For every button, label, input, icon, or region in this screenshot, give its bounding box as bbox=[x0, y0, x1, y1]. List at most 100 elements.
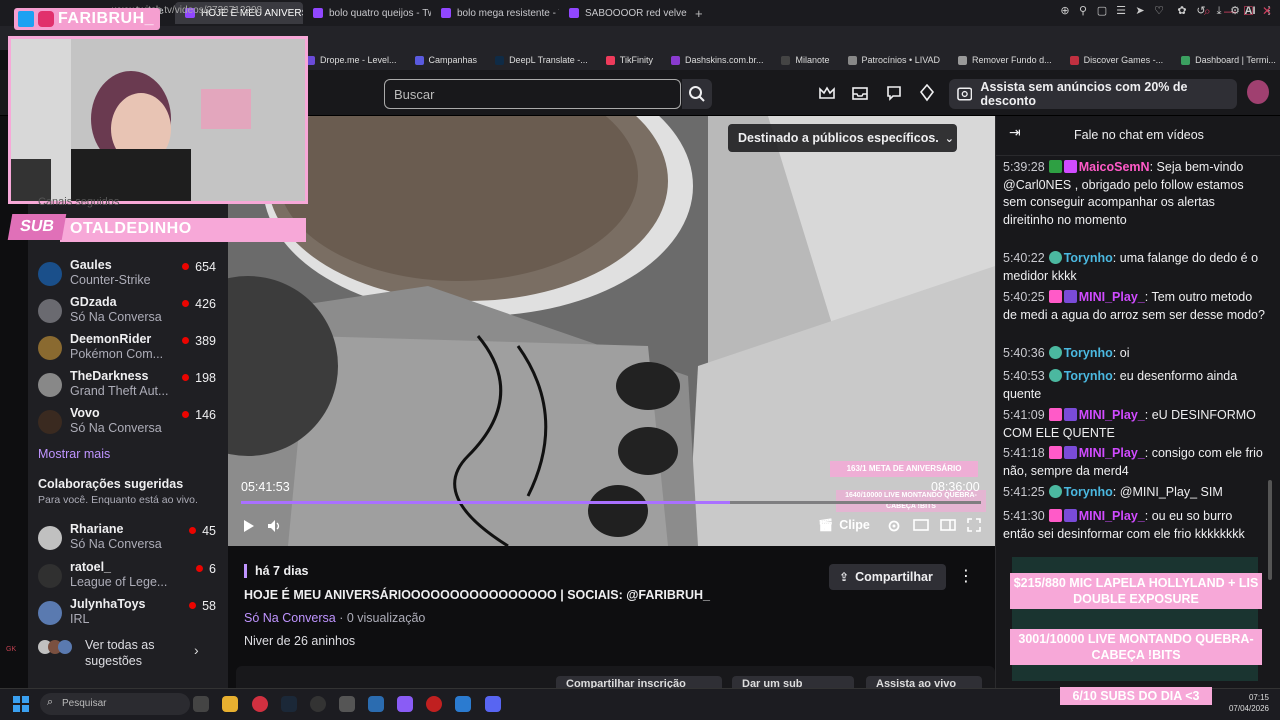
pin-icon[interactable]: ⚲ bbox=[1076, 4, 1090, 18]
bookmark-item[interactable]: Dashskins.com.br... bbox=[670, 55, 763, 65]
prime-crown-icon[interactable] bbox=[818, 84, 836, 102]
category-link[interactable]: Só Na Conversa bbox=[244, 611, 336, 625]
heart-badge-icon bbox=[1048, 509, 1062, 522]
sidebar-channel[interactable]: Gaules Counter-Strike 654 bbox=[38, 258, 224, 294]
defender-icon[interactable] bbox=[455, 696, 471, 712]
chat-username[interactable]: Torynho bbox=[1064, 346, 1113, 360]
browser-tab[interactable]: SABOOOOR red velvet - Tw bbox=[559, 2, 687, 24]
new-tab-button[interactable]: + bbox=[687, 6, 711, 21]
puzzle-goal-alert: 3001/10000 LIVE MONTANDO QUEBRA-CABEÇA !… bbox=[1010, 629, 1262, 665]
bookmark-item[interactable]: TikFinity bbox=[605, 55, 653, 65]
sidebar-collab-channel[interactable]: Rhariane Só Na Conversa 45 bbox=[38, 522, 224, 558]
chat-username[interactable]: MaicoSemN bbox=[1079, 160, 1150, 174]
obs-icon[interactable] bbox=[310, 696, 326, 712]
screenshot-icon[interactable]: ▢ bbox=[1095, 4, 1109, 18]
seek-bar[interactable] bbox=[241, 501, 981, 504]
chat-username[interactable]: MINI_Play_ bbox=[1079, 408, 1145, 422]
reading-mode-icon[interactable]: ☰ bbox=[1114, 4, 1128, 18]
zoom-icon[interactable]: ⊕ bbox=[1058, 4, 1072, 18]
windows-start-icon[interactable] bbox=[13, 696, 29, 712]
clock-date: 07/04/2026 bbox=[1228, 704, 1269, 713]
fullscreen-icon[interactable] bbox=[967, 518, 981, 532]
app-shield-icon[interactable] bbox=[368, 696, 384, 712]
bookmark-item[interactable]: Patrocínios • LIVAD bbox=[847, 55, 940, 65]
app-cat-icon[interactable] bbox=[339, 696, 355, 712]
chat-username[interactable]: Torynho bbox=[1064, 251, 1113, 265]
theatre-mode-icon[interactable] bbox=[913, 519, 929, 531]
volume-icon[interactable] bbox=[267, 519, 281, 533]
sidebar-collab-channel[interactable]: ratoel_ League of Lege... 6 bbox=[38, 560, 224, 596]
channel-name: ratoel_ bbox=[70, 560, 111, 574]
video-title: HOJE É MEU ANIVERSÁRIOOOOOOOOOOOOOOOO | … bbox=[244, 588, 710, 602]
bookmark-favicon-icon bbox=[605, 55, 615, 65]
opera-icon[interactable] bbox=[252, 696, 268, 712]
chat-username[interactable]: Torynho bbox=[1064, 369, 1113, 383]
settings-gear-icon[interactable] bbox=[887, 519, 901, 533]
play-icon[interactable] bbox=[243, 519, 255, 533]
search-input[interactable]: Buscar bbox=[384, 79, 681, 109]
bookmark-item[interactable]: Campanhas bbox=[414, 55, 477, 65]
bookmark-item[interactable]: DeepL Translate -... bbox=[495, 55, 588, 65]
browser-tab[interactable]: bolo mega resistente - Tw bbox=[431, 2, 559, 24]
search-button[interactable] bbox=[682, 79, 712, 109]
task-view-icon[interactable] bbox=[193, 696, 209, 712]
taskbar-search-input[interactable]: Pesquisar bbox=[40, 693, 190, 715]
bookmark-item[interactable]: Drope.me - Level... bbox=[306, 55, 397, 65]
twitch-app-icon[interactable] bbox=[397, 696, 413, 712]
bookmark-item[interactable]: Milanote bbox=[781, 55, 830, 65]
sidebar-channel[interactable]: TheDarkness Grand Theft Aut... 198 bbox=[38, 369, 224, 405]
heart-icon[interactable]: ♡ bbox=[1152, 4, 1166, 18]
user-avatar[interactable] bbox=[1247, 80, 1269, 104]
app-red-icon[interactable] bbox=[426, 696, 442, 712]
sidebar-channel[interactable]: Vovo Só Na Conversa 146 bbox=[38, 406, 224, 442]
inbox-icon[interactable] bbox=[851, 84, 869, 102]
bookmark-item[interactable]: Dashboard | Termi... bbox=[1181, 55, 1276, 65]
ad-free-offer-button[interactable]: Assista sem anúncios com 20% de desconto bbox=[949, 79, 1237, 109]
discord-icon[interactable] bbox=[485, 696, 501, 712]
streamer-brand-badge: FARIBRUH_ bbox=[14, 8, 161, 30]
bits-icon[interactable] bbox=[918, 84, 936, 102]
sidebar-collab-channel[interactable]: JulynhaToys IRL 58 bbox=[38, 597, 224, 633]
bookmark-favicon-icon bbox=[1069, 55, 1079, 65]
steam-icon[interactable] bbox=[281, 696, 297, 712]
side-by-side-icon[interactable] bbox=[940, 519, 956, 531]
chevron-right-icon: › bbox=[194, 642, 199, 658]
scrollbar-thumb[interactable] bbox=[1268, 480, 1272, 580]
bookmark-item[interactable]: Remover Fundo d... bbox=[958, 55, 1052, 65]
browser-tab[interactable]: bolo quatro queijos - Twit bbox=[303, 2, 431, 24]
channel-name: Gaules bbox=[70, 258, 112, 272]
settings-icon[interactable]: ⚙ bbox=[1228, 4, 1242, 18]
share-button[interactable]: ⇪ Compartilhar bbox=[829, 564, 946, 590]
bookmark-item[interactable]: Discover Games -... bbox=[1069, 55, 1163, 65]
chat-username[interactable]: MINI_Play_ bbox=[1079, 446, 1145, 460]
see-all-suggestions-button[interactable]: Ver todas as sugestões › bbox=[38, 636, 218, 672]
show-more-link[interactable]: Mostrar mais bbox=[38, 447, 110, 461]
heart-badge-icon bbox=[1048, 446, 1062, 459]
file-explorer-icon[interactable] bbox=[222, 696, 238, 712]
menu-icon[interactable]: ⋮ bbox=[1262, 4, 1276, 18]
whispers-icon[interactable] bbox=[885, 84, 903, 102]
chat-username[interactable]: Torynho bbox=[1064, 485, 1113, 499]
extensions-icon[interactable]: ✿ bbox=[1175, 4, 1189, 18]
download-icon[interactable]: ⤓ bbox=[1212, 4, 1226, 18]
collapse-chat-icon[interactable]: ⇥ bbox=[1009, 124, 1021, 141]
sidebar-channel[interactable]: DeemonRider Pokémon Com... 389 bbox=[38, 332, 224, 368]
chat-scrollbar[interactable] bbox=[1268, 160, 1274, 680]
audience-warning-button[interactable]: Destinado a públicos específicos. ⌄ bbox=[728, 124, 957, 152]
chat-username[interactable]: MINI_Play_ bbox=[1079, 290, 1145, 304]
bookmarks-bar: Drope.me - Level... Campanhas DeepL Tran… bbox=[300, 50, 1280, 70]
chat-message: 5:40:53 Torynho: eu desenformo ainda quen… bbox=[1003, 369, 1238, 401]
webcam-frame bbox=[11, 39, 305, 201]
send-icon[interactable]: ➤ bbox=[1133, 4, 1147, 18]
avatar bbox=[38, 410, 62, 434]
chat-username[interactable]: MINI_Play_ bbox=[1079, 509, 1145, 523]
ai-button[interactable]: AI bbox=[1242, 4, 1258, 18]
channel-category: League of Lege... bbox=[70, 575, 168, 589]
sidebar-channel[interactable]: GDzada Só Na Conversa 426 bbox=[38, 295, 224, 331]
clip-button[interactable]: 🎬︎ Clipe bbox=[818, 518, 870, 532]
more-options-icon[interactable]: ⋮ bbox=[958, 566, 974, 586]
video-player[interactable] bbox=[228, 116, 995, 546]
share-icon: ⇪ bbox=[839, 570, 850, 584]
history-icon[interactable]: ↺ bbox=[1194, 4, 1208, 18]
taskbar-clock[interactable]: 07:15 07/04/2026 bbox=[1219, 692, 1269, 714]
